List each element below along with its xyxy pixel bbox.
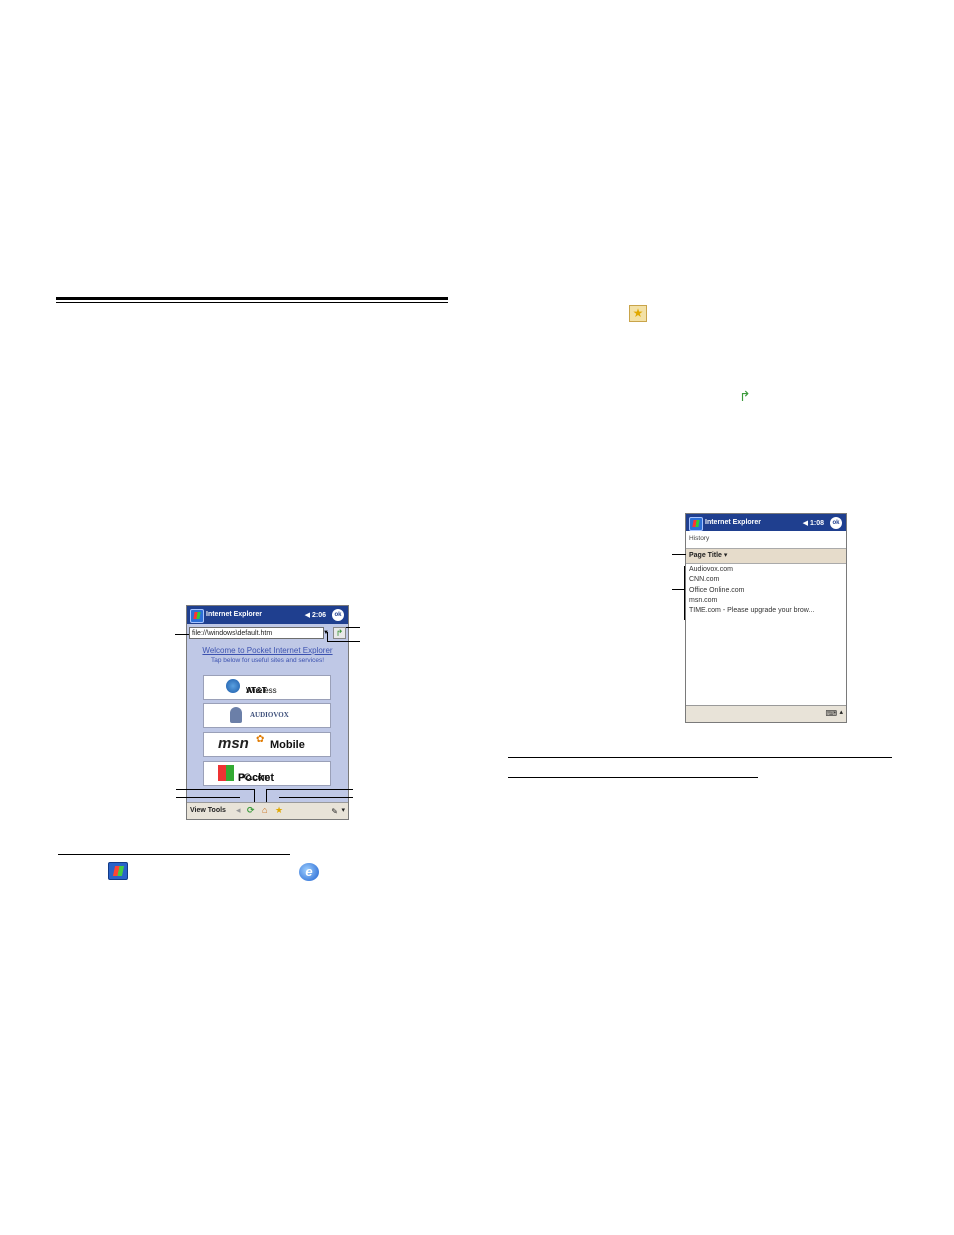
audiovox-label: AUDIOVOX: [250, 711, 289, 719]
forward-arrow-icon: ↱: [739, 388, 751, 404]
callout-home-v: [266, 789, 267, 802]
welcome-link[interactable]: Welcome to Pocket Internet Explorer: [187, 646, 348, 655]
pc-com-label: PC.com: [238, 772, 271, 782]
att-wireless-link[interactable]: AT&T Wireless: [203, 675, 331, 700]
start-menu-icon[interactable]: [190, 609, 204, 623]
pocket-ie-screen: Internet Explorer ◀ 2:06 ok file://\wind…: [186, 605, 349, 820]
callout-history-list: [672, 589, 684, 590]
internet-explorer-icon: e: [299, 863, 319, 881]
history-item[interactable]: Office Online.com: [689, 586, 814, 596]
history-item[interactable]: Audiovox.com: [689, 565, 814, 575]
clock: ◀ 2:06: [304, 612, 326, 619]
title-bar: Internet Explorer ◀ 2:06 ok: [187, 606, 348, 624]
callout-go-button: [346, 627, 360, 628]
caption-rule-right-2: [508, 777, 758, 778]
mobile-label: Mobile: [270, 739, 305, 751]
history-item[interactable]: CNN.com: [689, 575, 814, 585]
favorites-icon[interactable]: ★: [275, 806, 284, 815]
window-title: Internet Explorer: [705, 519, 762, 526]
caption-rule-right-1: [508, 757, 892, 758]
callout-page-title: [672, 554, 686, 555]
callout-address-bar: [175, 634, 189, 635]
callout-address-dropdown: [327, 641, 360, 642]
history-item[interactable]: TIME.com - Please upgrade your brow...: [689, 606, 814, 616]
history-list: Audiovox.com CNN.com Office Online.com m…: [689, 565, 814, 616]
tap-hint: Tap below for useful sites and services!: [210, 657, 325, 664]
title-bar: Internet Explorer ◀ 1:08 ok: [686, 514, 846, 531]
history-label: History: [689, 535, 710, 542]
msn-mobile-link[interactable]: msn ✿ Mobile: [203, 732, 331, 757]
section-rule-thick: [56, 297, 448, 300]
window-title: Internet Explorer: [206, 611, 263, 618]
section-rule-thin: [56, 302, 448, 303]
command-bar: View Tools ◂ ⟳ ⌂ ★ ✎ ▾: [187, 802, 348, 819]
start-menu-icon[interactable]: [689, 517, 703, 531]
callout-back: [176, 797, 240, 798]
clock: ◀ 1:08: [802, 520, 824, 527]
audiovox-link[interactable]: AUDIOVOX: [203, 703, 331, 728]
input-panel-icon[interactable]: ✎: [331, 807, 338, 816]
history-item[interactable]: msn.com: [689, 596, 814, 606]
callout-address-dropdown-v: [327, 632, 328, 642]
home-icon[interactable]: ⌂: [262, 806, 271, 815]
address-dropdown-icon[interactable]: ▼: [323, 630, 329, 636]
wireless-label: Wireless: [246, 686, 277, 695]
view-menu[interactable]: View: [190, 807, 206, 814]
page-title-label: Page Title: [689, 552, 722, 559]
back-icon[interactable]: ◂: [236, 806, 245, 815]
callout-favorites: [279, 797, 353, 798]
callout-refresh-v: [254, 789, 255, 802]
address-bar[interactable]: file://\windows\default.htm: [189, 627, 324, 639]
msn-label: msn: [218, 735, 249, 752]
keyboard-icon[interactable]: ⌨: [825, 709, 837, 718]
command-bar: ⌨ ▴: [686, 705, 846, 722]
ok-button[interactable]: ok: [332, 609, 344, 621]
favorites-star-icon: ★: [629, 305, 647, 322]
input-caret-icon[interactable]: ▾: [341, 806, 345, 814]
caption-rule-left: [58, 854, 290, 855]
tools-menu[interactable]: Tools: [208, 807, 226, 814]
ok-button[interactable]: ok: [830, 517, 842, 529]
windows-start-icon: [108, 862, 128, 880]
pocketpc-link[interactable]: Pocket PC.com: [203, 761, 331, 786]
go-button[interactable]: ↱: [333, 627, 346, 639]
callout-refresh: [176, 789, 254, 790]
callout-home: [266, 789, 353, 790]
sort-dropdown-icon[interactable]: ▾: [724, 552, 728, 559]
callout-history-list-v: [684, 566, 685, 620]
input-caret-icon[interactable]: ▴: [839, 708, 843, 716]
history-screen: Internet Explorer ◀ 1:08 ok History Page…: [685, 513, 847, 723]
page-title-header[interactable]: Page Title ▾: [686, 548, 846, 564]
refresh-icon[interactable]: ⟳: [247, 806, 256, 815]
